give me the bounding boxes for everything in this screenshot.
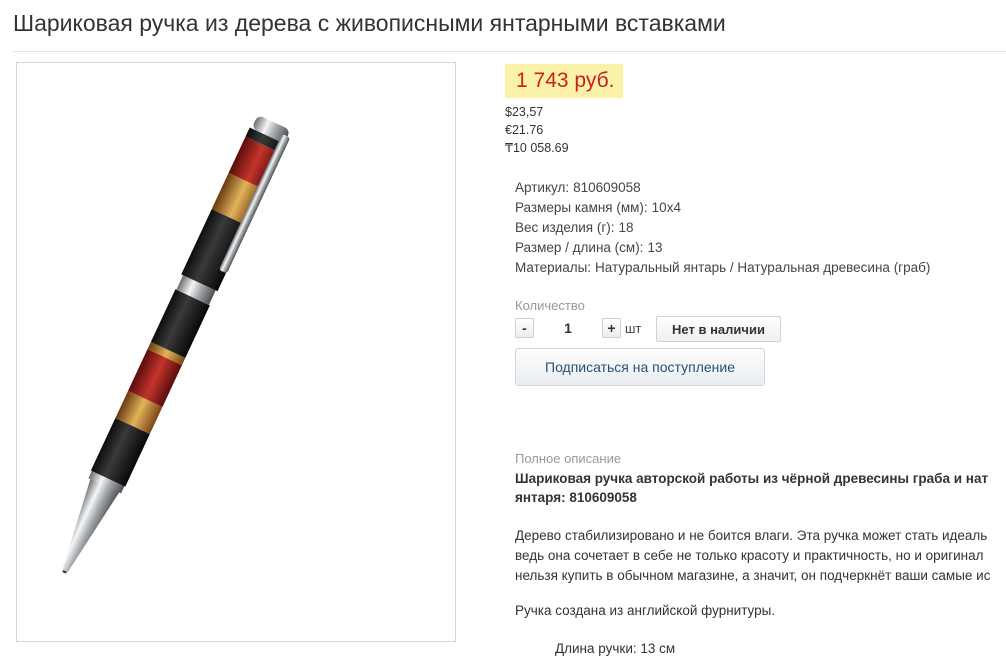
- spec-row-weight: Вес изделия (г): 18: [515, 218, 930, 238]
- quantity-decrease-button[interactable]: -: [515, 318, 534, 338]
- description-heading-line: Шариковая ручка авторской работы из чёрн…: [515, 471, 989, 486]
- out-of-stock-button[interactable]: Нет в наличии: [656, 316, 781, 342]
- spec-label: Вес изделия (г):: [515, 220, 615, 235]
- price-usd: $23,57: [505, 105, 544, 119]
- spec-value: 18: [618, 220, 634, 235]
- description-paragraph: Дерево стабилизировано и не боится влаги…: [515, 526, 1006, 586]
- page-title: Шариковая ручка из дерева с живописными …: [13, 10, 726, 36]
- spec-label: Размеры камня (мм):: [515, 200, 648, 215]
- description-line: Дерево стабилизировано и не боится влаги…: [515, 528, 988, 543]
- quantity-increase-button[interactable]: +: [602, 318, 621, 338]
- price-box: 1 743 руб.: [505, 64, 623, 98]
- pen-image: [62, 116, 290, 574]
- spec-value: 13: [647, 240, 663, 255]
- description-heading: Шариковая ручка авторской работы из чёрн…: [515, 469, 1006, 507]
- description-paragraph: Ручка создана из английской фурнитуры.: [515, 603, 776, 618]
- description-label: Полное описание: [515, 451, 622, 466]
- spec-label: Материалы:: [515, 260, 592, 275]
- spec-row-stone-size: Размеры камня (мм): 10x4: [515, 198, 930, 218]
- spec-row-article: Артикул: 810609058: [515, 178, 930, 198]
- description-heading-line: янтаря: 810609058: [515, 490, 637, 505]
- product-photo[interactable]: [16, 62, 456, 642]
- spec-label: Артикул:: [515, 180, 570, 195]
- spec-value: 10x4: [651, 200, 681, 215]
- alternate-prices: $23,57 €21.76 ₸10 058.69: [505, 103, 569, 157]
- price-eur: €21.76: [505, 123, 544, 137]
- quantity-input[interactable]: [537, 318, 599, 338]
- quantity-label: Количество: [515, 298, 585, 313]
- title-divider: [13, 51, 1006, 52]
- spec-label: Размер / длина (см):: [515, 240, 644, 255]
- description-line: нельзя купить в обычном магазине, а знач…: [515, 568, 991, 583]
- quantity-unit: шт: [625, 321, 642, 336]
- description-list-item: Длина ручки: 13 см: [555, 641, 676, 656]
- spec-value: 810609058: [573, 180, 641, 195]
- price-kzt: ₸10 058.69: [505, 141, 569, 155]
- price-main: 1 743 руб.: [516, 69, 615, 92]
- spec-row-length: Размер / длина (см): 13: [515, 238, 930, 258]
- spec-value: Натуральный янтарь / Натуральная древеси…: [595, 260, 931, 275]
- spec-row-materials: Материалы: Натуральный янтарь / Натуральн…: [515, 258, 930, 278]
- spec-list: Артикул: 810609058 Размеры камня (мм): 10x…: [515, 178, 930, 278]
- description-line: ведь она сочетает в себе не только красо…: [515, 548, 984, 563]
- subscribe-button[interactable]: Подписаться на поступление: [515, 348, 765, 386]
